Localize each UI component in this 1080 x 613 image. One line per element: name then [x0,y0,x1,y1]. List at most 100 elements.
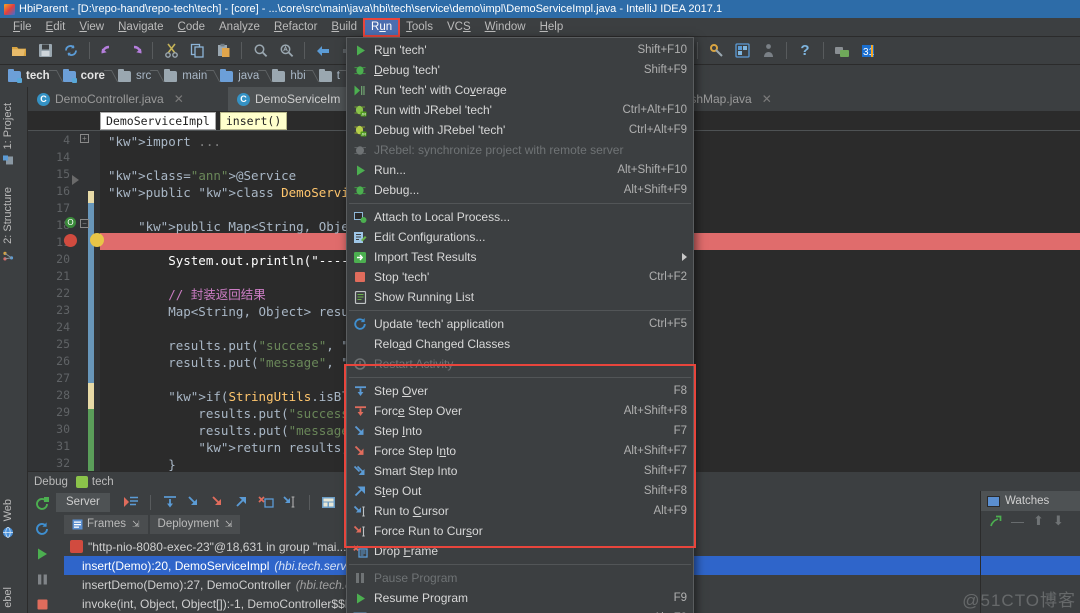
menubar-item-help[interactable]: Help [533,19,571,36]
run-menu-item-run-tech[interactable]: Run 'tech'Shift+F10 [347,40,693,60]
sidebar-item-web[interactable]: Web [2,499,14,538]
breadcrumb-method-chip[interactable]: insert() [220,112,287,130]
resume-icon[interactable] [33,545,51,563]
restart-icon[interactable] [33,520,51,538]
redo-icon[interactable] [123,40,145,62]
run-menu-item-force-step-into[interactable]: Force Step IntoAlt+Shift+F7 [347,441,693,461]
undo-icon[interactable] [97,40,119,62]
sdk-icon[interactable] [757,40,779,62]
run-menu-item-debug-with-jrebel-tech[interactable]: JRDebug with JRebel 'tech'Ctrl+Alt+F9 [347,120,693,140]
cut-icon[interactable] [160,40,182,62]
run-menu-item-force-step-over[interactable]: Force Step OverAlt+Shift+F8 [347,401,693,421]
vcs-update-icon[interactable] [831,40,853,62]
run-menu-item-edit-configurations[interactable]: Edit Configurations... [347,227,693,247]
open-folder-icon[interactable] [8,40,30,62]
run-menu-item-resume-program[interactable]: Resume ProgramF9 [347,588,693,608]
menubar-item-navigate[interactable]: Navigate [111,19,170,36]
intention-bulb-icon[interactable] [90,233,104,247]
step-into-icon[interactable] [185,493,203,511]
run-menu-item-run[interactable]: Run...Alt+Shift+F10 [347,160,693,180]
menubar-item-refactor[interactable]: Refactor [267,19,324,36]
run-menu-item-stop-tech[interactable]: Stop 'tech'Ctrl+F2 [347,267,693,287]
run-menu-item-drop-frame[interactable]: Drop Frame [347,541,693,561]
run-menu-dropdown[interactable]: Run 'tech'Shift+F10Debug 'tech'Shift+F9R… [346,37,694,613]
chevron-down-icon[interactable]: ⇲ [225,519,233,530]
watches-header[interactable]: Watches [981,491,1080,511]
menubar-item-vcs[interactable]: VCS [440,19,478,36]
breadcrumb-item-hbi[interactable]: hbi [268,67,311,85]
project-structure-icon[interactable] [731,40,753,62]
debug-subtab-deployment[interactable]: Deployment⇲ [150,515,241,534]
drop-frame-icon[interactable] [257,493,275,511]
replace-icon[interactable] [275,40,297,62]
evaluate-icon[interactable] [320,493,338,511]
fold-marker-method[interactable]: − [80,219,89,228]
help-icon[interactable]: ? [794,40,816,62]
run-menu-item-reload-changed-classes[interactable]: Reload Changed Classes [347,334,693,354]
show-execution-point-icon[interactable] [122,493,140,511]
menubar-item-file[interactable]: File [6,19,39,36]
breadcrumb-item-main[interactable]: main [160,67,213,85]
run-menu-item-step-into[interactable]: Step IntoF7 [347,421,693,441]
menubar-item-window[interactable]: Window [478,19,533,36]
run-menu-item-update-tech-application[interactable]: Update 'tech' applicationCtrl+F5 [347,314,693,334]
remove-watch-icon[interactable]: — [1011,514,1024,529]
copy-icon[interactable] [186,40,208,62]
menubar-item-code[interactable]: Code [171,19,213,36]
up-icon[interactable]: ⬆ [1033,513,1044,529]
run-menu-item-smart-step-into[interactable]: Smart Step IntoShift+F7 [347,461,693,481]
override-marker-icon[interactable]: O [65,217,76,228]
run-menu-item-run-to-cursor[interactable]: Run to CursorAlt+F9 [347,501,693,521]
breadcrumb-item-java[interactable]: java [216,67,265,85]
step-out-icon[interactable] [233,493,251,511]
breadcrumb-item-tech[interactable]: tech [4,67,56,85]
find-icon[interactable] [249,40,271,62]
back-icon[interactable] [312,40,334,62]
sidebar-item-project[interactable]: 1: Project [2,103,14,166]
menubar-item-analyze[interactable]: Analyze [212,19,267,36]
run-gutter-arrow-icon[interactable] [72,175,79,185]
run-menu-item-show-running-list[interactable]: Show Running List [347,287,693,307]
step-over-icon[interactable] [161,493,179,511]
pause-icon[interactable] [33,570,51,588]
down-icon[interactable]: ⬇ [1053,513,1064,529]
breadcrumb-item-core[interactable]: core [59,67,111,85]
run-menu-item-debug[interactable]: Debug...Alt+Shift+F9 [347,180,693,200]
breadcrumb-class-chip[interactable]: DemoServiceImpl [100,112,216,130]
run-menu-item-debug-tech[interactable]: Debug 'tech'Shift+F9 [347,60,693,80]
menubar-item-build[interactable]: Build [324,19,364,36]
debug-tab-server[interactable]: Server [56,493,110,512]
sidebar-item-structure[interactable]: 2: Structure [2,187,14,261]
menubar-item-run[interactable]: Run [364,19,399,36]
sidebar-item-jrebel[interactable]: ebel [2,587,14,608]
paste-icon[interactable] [212,40,234,62]
run-to-cursor-icon[interactable] [281,493,299,511]
breakpoint-icon[interactable] [64,234,77,247]
run-menu-item-run-tech-with-coverage[interactable]: Run 'tech' with Coverage [347,80,693,100]
run-menu-item-evaluate-expression[interactable]: Evaluate Expression...Alt+F8 [347,608,693,613]
menubar-item-view[interactable]: View [72,19,111,36]
run-menu-item-attach-to-local-process[interactable]: Attach to Local Process... [347,207,693,227]
chevron-down-icon[interactable]: ⇲ [132,519,140,530]
save-all-icon[interactable] [34,40,56,62]
run-menu-item-run-with-jrebel-tech[interactable]: JRRun with JRebel 'tech'Ctrl+Alt+F10 [347,100,693,120]
fold-marker-import[interactable]: + [80,134,89,143]
add-watch-icon[interactable] [989,515,1002,528]
breadcrumb-item-src[interactable]: src [114,67,157,85]
rerun-icon[interactable] [33,495,51,513]
menubar-item-tools[interactable]: Tools [399,19,440,36]
stop-icon[interactable] [33,595,51,613]
debug-subtab-frames[interactable]: Frames⇲ [64,515,148,534]
close-icon[interactable]: ✕ [762,93,772,105]
close-icon[interactable]: ✕ [174,93,184,105]
run-menu-item-force-run-to-cursor[interactable]: Force Run to Cursor [347,521,693,541]
breadcrumb-item-t[interactable]: t [315,67,346,85]
sync-refresh-icon[interactable] [60,40,82,62]
force-step-into-icon[interactable] [209,493,227,511]
editor-tab-democontrollerjava[interactable]: CDemoController.java✕ [28,87,228,111]
run-menu-item-step-out[interactable]: Step OutShift+F8 [347,481,693,501]
run-menu-item-step-over[interactable]: Step OverF8 [347,381,693,401]
idea-badge-icon[interactable]: 31 [857,40,879,62]
run-menu-item-import-test-results[interactable]: Import Test Results [347,247,693,267]
menubar-item-edit[interactable]: Edit [39,19,73,36]
